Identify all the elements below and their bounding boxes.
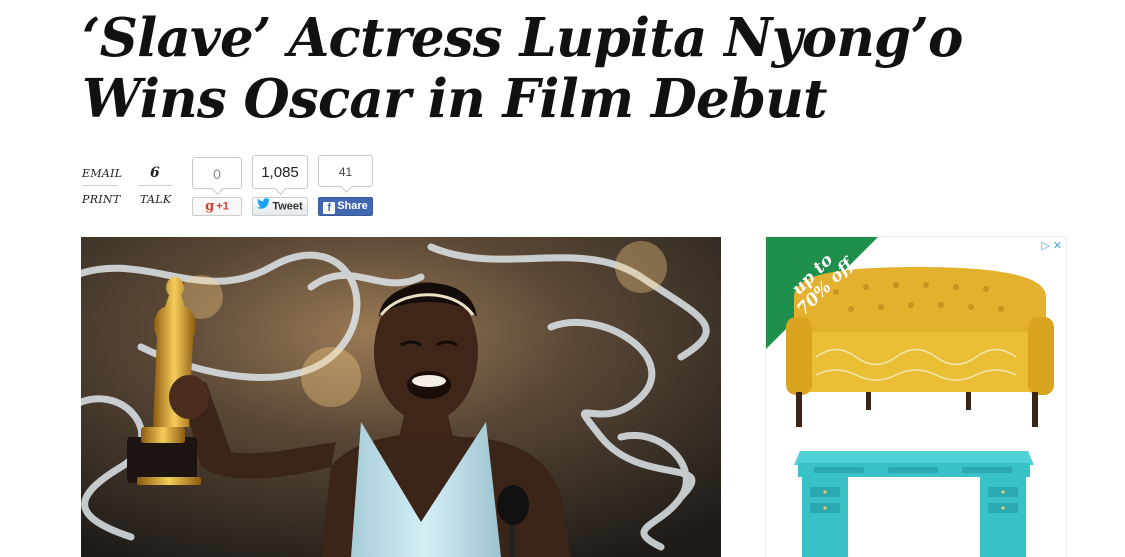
article-headline: ‘Slave’ Actress Lupita Nyong’o Wins Osca… — [82, 8, 1082, 130]
gplus-button-label: +1 — [216, 200, 229, 213]
tweet-button-label: Tweet — [272, 200, 303, 213]
headline-line-1: ‘Slave’ Actress Lupita Nyong’o — [82, 7, 963, 69]
print-link[interactable]: PRINT — [82, 193, 121, 206]
turquoise-desk — [794, 451, 1034, 557]
gplus-icon: g — [205, 199, 215, 214]
gplus-count: 0 — [192, 157, 242, 189]
tweet-button[interactable]: Tweet — [252, 197, 308, 216]
article-page: ‘Slave’ Actress Lupita Nyong’o Wins Osca… — [0, 0, 1125, 557]
article-photo — [81, 237, 721, 557]
talk-link[interactable]: TALK — [140, 193, 171, 206]
talk-count[interactable]: 6 — [150, 165, 160, 181]
facebook-icon: f — [323, 202, 336, 214]
meta-divider — [82, 185, 118, 186]
tweet-count: 1,085 — [252, 155, 308, 189]
facebook-share-button[interactable]: f Share — [318, 197, 373, 216]
headline-line-2: Wins Oscar in Film Debut — [82, 68, 827, 130]
facebook-share-label: Share — [337, 200, 368, 212]
oscar-winner-photo-illustration — [81, 237, 721, 557]
twitter-bird-icon — [257, 198, 271, 215]
sidebar-advertisement[interactable]: ▷ ✕ up to 70% off — [765, 236, 1067, 557]
meta-divider — [138, 185, 172, 186]
email-link[interactable]: EMAIL — [82, 167, 122, 180]
gplus-button[interactable]: g +1 — [192, 197, 242, 216]
facebook-share-count: 41 — [318, 155, 373, 187]
